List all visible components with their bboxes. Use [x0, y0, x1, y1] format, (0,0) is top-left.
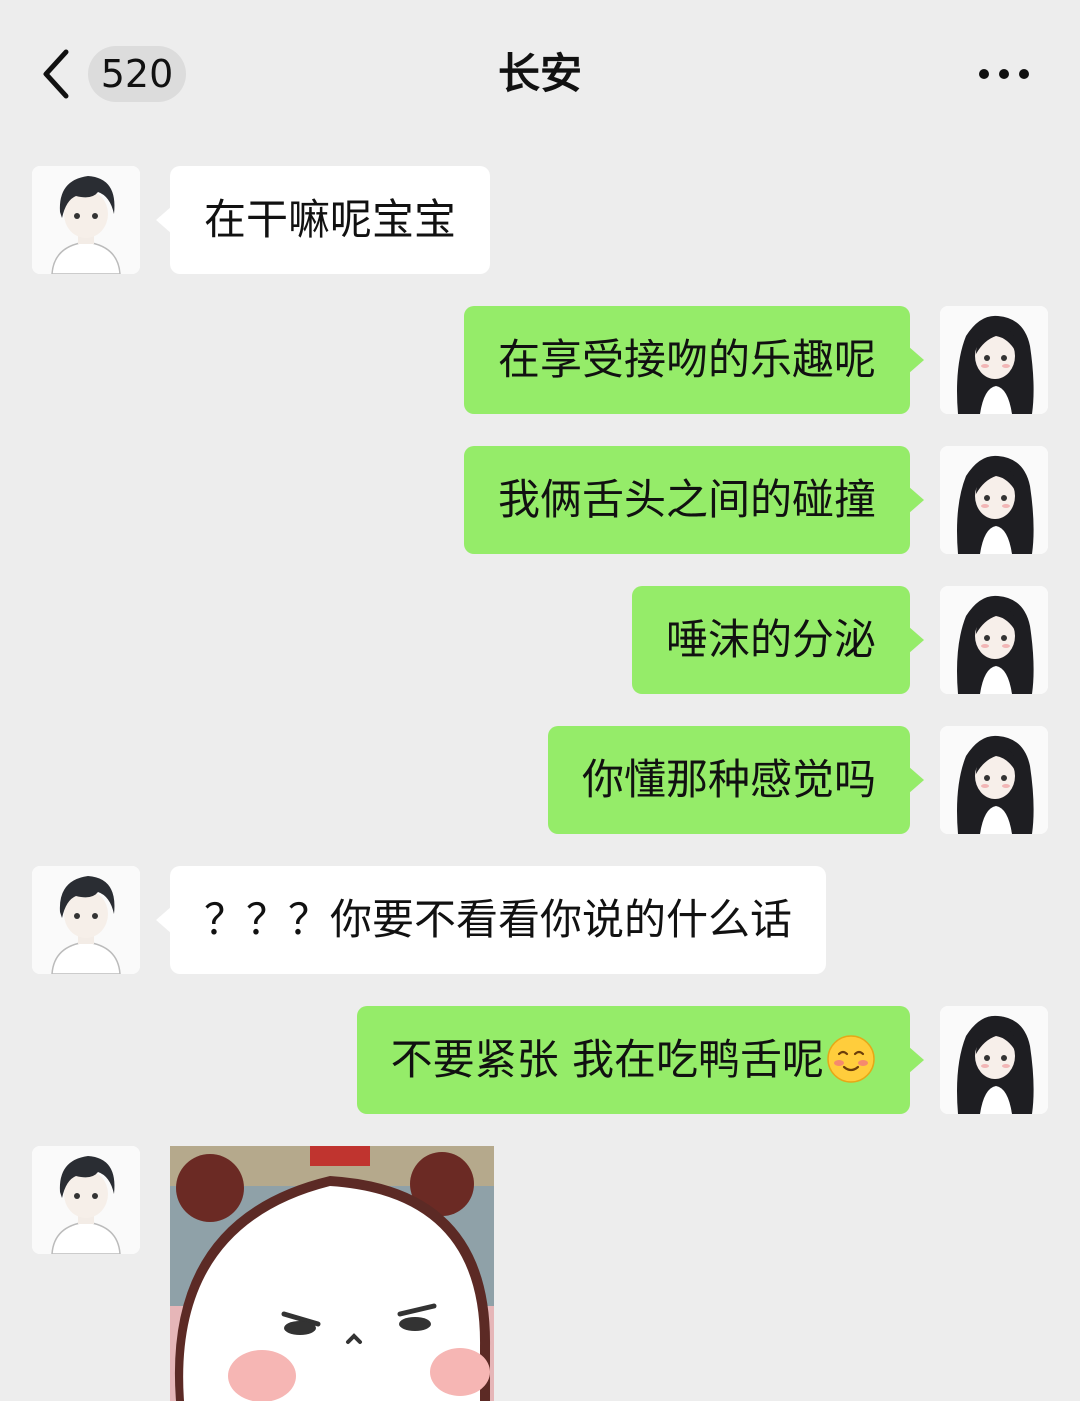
chat-title: 长安 — [497, 49, 582, 98]
message-bubble-outgoing[interactable]: 唾沫的分泌 — [631, 586, 925, 694]
message-bubble-outgoing[interactable]: 你懂那种感觉吗 — [547, 726, 925, 834]
girl-avatar-icon — [940, 726, 1048, 834]
message-bubble-incoming[interactable]: 在干嘛呢宝宝 — [155, 166, 491, 274]
message-bubble-outgoing[interactable]: 我俩舌头之间的碰撞 — [463, 446, 925, 554]
my-avatar[interactable] — [940, 446, 1048, 554]
contact-avatar[interactable] — [32, 1146, 140, 1254]
chat-header: 520 长安 — [0, 0, 1080, 150]
back-button[interactable] — [38, 44, 78, 104]
my-avatar[interactable] — [940, 586, 1048, 694]
girl-avatar-icon — [940, 446, 1048, 554]
panda-sticker-icon — [170, 1146, 494, 1401]
chevron-left-icon — [43, 49, 69, 99]
girl-avatar-icon — [940, 1006, 1048, 1114]
message-bubble-incoming[interactable]: ？？？你要不看看你说的什么话 — [155, 866, 827, 974]
boy-avatar-icon — [32, 1146, 140, 1254]
contact-avatar[interactable] — [32, 166, 140, 274]
boy-avatar-icon — [32, 866, 140, 974]
contact-avatar[interactable] — [32, 866, 140, 974]
my-avatar[interactable] — [940, 306, 1048, 414]
message-text: 不要紧张 我在吃鸭舌呢 — [390, 1035, 824, 1084]
my-avatar[interactable] — [940, 1006, 1048, 1114]
more-dots-icon — [979, 69, 1029, 79]
unread-count-badge[interactable]: 520 — [88, 46, 186, 102]
my-avatar[interactable] — [940, 726, 1048, 834]
more-button[interactable] — [974, 52, 1034, 96]
message-bubble-outgoing[interactable]: 不要紧张 我在吃鸭舌呢 — [356, 1006, 925, 1114]
girl-avatar-icon — [940, 586, 1048, 694]
panda-sticker-message[interactable] — [170, 1146, 494, 1401]
girl-avatar-icon — [940, 306, 1048, 414]
boy-avatar-icon — [32, 166, 140, 274]
message-bubble-outgoing[interactable]: 在享受接吻的乐趣呢 — [463, 306, 925, 414]
smiling-blush-emoji-icon — [827, 1034, 875, 1083]
